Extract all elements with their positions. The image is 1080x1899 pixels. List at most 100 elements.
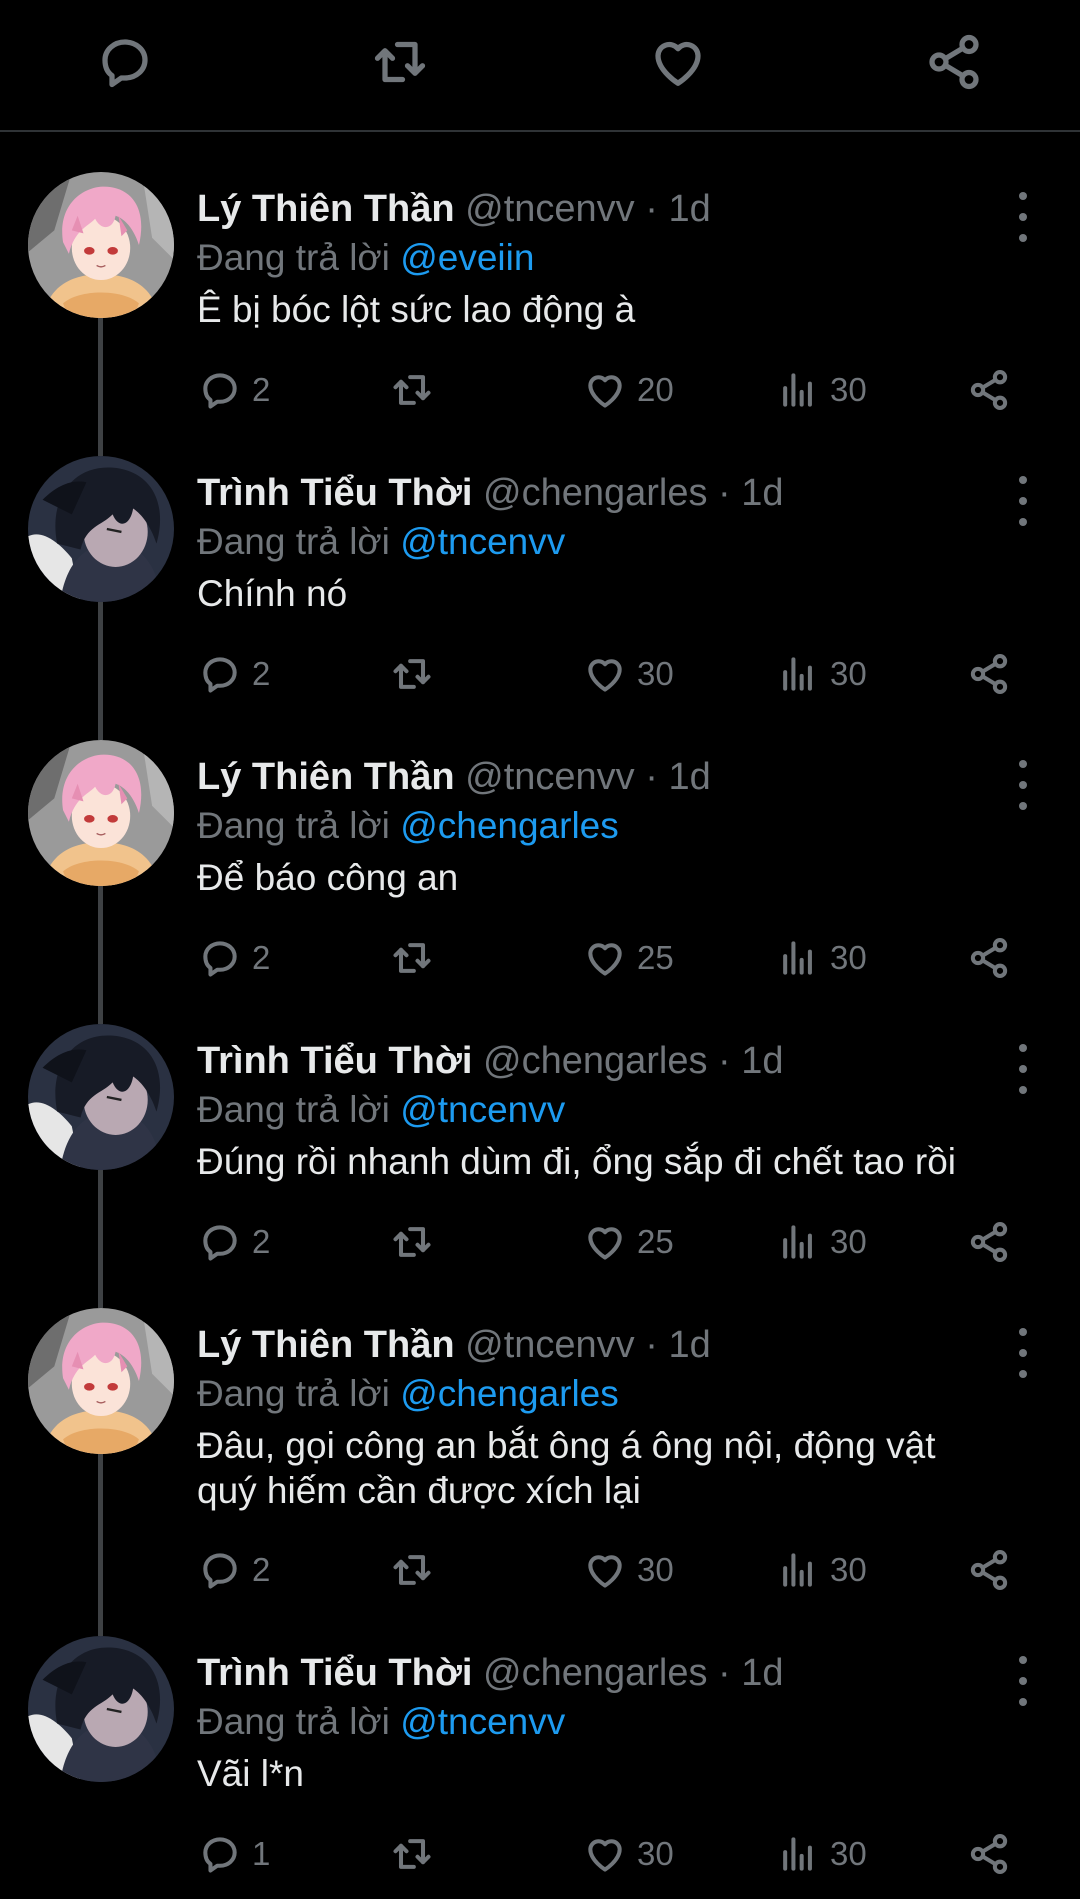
author-name[interactable]: Trình Tiểu Thời	[197, 1652, 472, 1694]
like-button[interactable]: 20	[583, 365, 674, 415]
avatar[interactable]	[28, 456, 174, 602]
author-name[interactable]: Trình Tiểu Thời	[197, 1040, 472, 1082]
author-handle[interactable]: @chengarles	[483, 1652, 707, 1694]
view-count: 30	[830, 1835, 867, 1872]
like-button[interactable]: 25	[583, 1217, 674, 1267]
more-vertical-icon[interactable]	[1008, 1328, 1038, 1378]
mention-link[interactable]: @eveiin	[400, 237, 534, 278]
mention-link[interactable]: @chengarles	[400, 1373, 619, 1414]
heart-icon[interactable]	[646, 30, 710, 94]
heart-icon	[583, 1832, 627, 1876]
tweet-actions: 2 30 30	[0, 1545, 1080, 1595]
reply-button[interactable]: 1	[198, 1829, 270, 1879]
tweet-actions: 2 25 30	[0, 1217, 1080, 1267]
like-button[interactable]: 30	[583, 1545, 674, 1595]
like-button[interactable]: 30	[583, 649, 674, 699]
timestamp[interactable]: · 1d	[718, 472, 783, 514]
share-button[interactable]	[967, 1217, 1011, 1267]
tweet-header: Lý Thiên Thần @tncenvv · 1d	[197, 1322, 711, 1368]
avatar[interactable]	[28, 1636, 174, 1782]
avatar[interactable]	[28, 740, 174, 886]
views-button[interactable]: 30	[776, 1829, 867, 1879]
reply-button[interactable]: 2	[198, 1217, 270, 1267]
views-button[interactable]: 30	[776, 1217, 867, 1267]
mention-link[interactable]: @tncenvv	[400, 521, 565, 562]
reply-button[interactable]: 2	[198, 933, 270, 983]
heart-icon	[583, 1220, 627, 1264]
retweet-button[interactable]	[390, 649, 434, 699]
views-button[interactable]: 30	[776, 649, 867, 699]
retweet-icon	[390, 1832, 434, 1876]
tweet-text: Để báo công an	[197, 857, 459, 898]
reply-icon	[198, 652, 242, 696]
like-count: 25	[637, 1223, 674, 1260]
share-button[interactable]	[967, 1829, 1011, 1879]
share-icon[interactable]	[922, 30, 986, 94]
retweet-icon[interactable]	[368, 30, 432, 94]
heart-icon	[583, 652, 627, 696]
views-button[interactable]: 30	[776, 365, 867, 415]
heart-icon	[583, 1548, 627, 1592]
replying-label: Đang trả lời	[197, 1089, 390, 1130]
views-icon	[776, 1220, 820, 1264]
author-name[interactable]: Lý Thiên Thần	[197, 188, 455, 230]
retweet-button[interactable]	[390, 1217, 434, 1267]
like-button[interactable]: 30	[583, 1829, 674, 1879]
tweet-header: Trình Tiểu Thời @chengarles · 1d	[197, 470, 784, 516]
avatar[interactable]	[28, 172, 174, 318]
like-count: 20	[637, 371, 674, 408]
view-count: 30	[830, 371, 867, 408]
author-handle[interactable]: @chengarles	[483, 472, 707, 514]
reply-button[interactable]: 2	[198, 365, 270, 415]
reply-button[interactable]: 2	[198, 1545, 270, 1595]
views-button[interactable]: 30	[776, 1545, 867, 1595]
author-name[interactable]: Trình Tiểu Thời	[197, 472, 472, 514]
author-handle[interactable]: @tncenvv	[465, 188, 635, 230]
mention-link[interactable]: @chengarles	[400, 805, 619, 846]
reply-button[interactable]: 2	[198, 649, 270, 699]
replying-to: Đang trả lời @tncenvv	[197, 1699, 565, 1745]
more-vertical-icon[interactable]	[1008, 476, 1038, 526]
views-icon	[776, 936, 820, 980]
reply-count: 2	[252, 371, 271, 408]
timestamp[interactable]: · 1d	[718, 1652, 783, 1694]
tweet-actions: 2 25 30	[0, 933, 1080, 983]
more-vertical-icon[interactable]	[1008, 1656, 1038, 1706]
retweet-button[interactable]	[390, 1545, 434, 1595]
author-handle[interactable]: @tncenvv	[465, 1324, 635, 1366]
retweet-button[interactable]	[390, 933, 434, 983]
avatar[interactable]	[28, 1308, 174, 1454]
share-button[interactable]	[967, 649, 1011, 699]
like-button[interactable]: 25	[583, 933, 674, 983]
retweet-button[interactable]	[390, 1829, 434, 1879]
reply-count: 2	[252, 939, 271, 976]
tweet-text: Đâu, gọi công an bắt ông á ông nội, động…	[197, 1423, 1037, 1513]
timestamp[interactable]: · 1d	[645, 756, 710, 798]
avatar[interactable]	[28, 1024, 174, 1170]
retweet-button[interactable]	[390, 365, 434, 415]
share-button[interactable]	[967, 365, 1011, 415]
tweet-header: Lý Thiên Thần @tncenvv · 1d	[197, 186, 711, 232]
reply-icon[interactable]	[93, 30, 157, 94]
views-button[interactable]: 30	[776, 933, 867, 983]
replying-label: Đang trả lời	[197, 521, 390, 562]
timestamp[interactable]: · 1d	[718, 1040, 783, 1082]
timestamp[interactable]: · 1d	[645, 188, 710, 230]
more-vertical-icon[interactable]	[1008, 760, 1038, 810]
more-vertical-icon[interactable]	[1008, 192, 1038, 242]
reply-count: 2	[252, 655, 271, 692]
replying-label: Đang trả lời	[197, 237, 390, 278]
more-vertical-icon[interactable]	[1008, 1044, 1038, 1094]
author-name[interactable]: Lý Thiên Thần	[197, 756, 455, 798]
author-handle[interactable]: @tncenvv	[465, 756, 635, 798]
mention-link[interactable]: @tncenvv	[400, 1701, 565, 1742]
retweet-icon	[390, 368, 434, 412]
share-button[interactable]	[967, 933, 1011, 983]
views-icon	[776, 652, 820, 696]
timestamp[interactable]: · 1d	[645, 1324, 710, 1366]
replying-to: Đang trả lời @chengarles	[197, 1371, 619, 1417]
author-handle[interactable]: @chengarles	[483, 1040, 707, 1082]
share-button[interactable]	[967, 1545, 1011, 1595]
author-name[interactable]: Lý Thiên Thần	[197, 1324, 455, 1366]
mention-link[interactable]: @tncenvv	[400, 1089, 565, 1130]
